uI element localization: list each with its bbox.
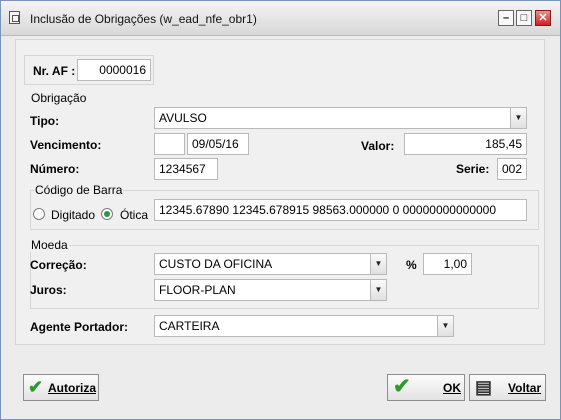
document-icon: ▤	[475, 377, 493, 397]
checkmark-icon: ✔	[393, 375, 411, 398]
serie-label: Serie:	[456, 162, 490, 176]
vencimento-prefix-field[interactable]	[154, 133, 185, 155]
app-icon	[9, 11, 20, 24]
juros-value: FLOOR-PLAN	[159, 283, 236, 297]
correcao-label: Correção:	[30, 258, 87, 272]
serie-field[interactable]: 002	[497, 158, 527, 180]
vencimento-label: Vencimento:	[30, 138, 102, 152]
obrigacao-group-label: Obrigação	[30, 91, 88, 105]
otica-label[interactable]: Ótica	[120, 208, 148, 222]
valor-field[interactable]: 185,45	[404, 133, 527, 155]
title-bar[interactable]: Inclusão de Obrigações (w_ead_nfe_obr1) …	[1, 1, 560, 36]
otica-radio[interactable]	[101, 208, 113, 220]
tipo-dropdown[interactable]: AVULSO ▼	[154, 107, 527, 129]
percent-field[interactable]: 1,00	[423, 253, 472, 275]
chevron-down-icon[interactable]: ▼	[510, 108, 526, 128]
af-number-field[interactable]: 0000016	[77, 59, 151, 81]
autoriza-label: Autoriza	[48, 381, 96, 395]
tipo-value: AVULSO	[159, 111, 207, 125]
af-section: Nr. AF : 0000016	[24, 55, 154, 85]
valor-label: Valor:	[361, 139, 395, 153]
chevron-down-icon[interactable]: ▼	[437, 316, 453, 336]
digitado-radio[interactable]	[33, 208, 45, 220]
agente-dropdown[interactable]: CARTEIRA ▼	[154, 315, 454, 337]
form-panel: Nr. AF : 0000016 Obrigação Tipo: AVULSO …	[15, 39, 545, 345]
ok-label: OK	[443, 381, 461, 395]
dialog-window: Inclusão de Obrigações (w_ead_nfe_obr1) …	[0, 0, 561, 420]
codigo-barra-group-label: Código de Barra	[34, 183, 124, 197]
correcao-dropdown[interactable]: CUSTO DA OFICINA ▼	[154, 253, 387, 275]
chevron-down-icon[interactable]: ▼	[370, 254, 386, 274]
juros-label: Juros:	[30, 283, 67, 297]
chevron-down-icon[interactable]: ▼	[370, 280, 386, 300]
window-title: Inclusão de Obrigações (w_ead_nfe_obr1)	[30, 12, 257, 26]
codigo-barra-field[interactable]: 12345.67890 12345.678915 98563.000000 0 …	[154, 199, 527, 221]
digitado-label[interactable]: Digitado	[51, 208, 95, 222]
checkmark-icon: ✔	[28, 377, 44, 397]
moeda-group-label: Moeda	[30, 238, 69, 252]
numero-field[interactable]: 1234567	[154, 158, 218, 180]
agente-label: Agente Portador:	[30, 320, 129, 334]
autoriza-button[interactable]: ✔ Autoriza	[23, 374, 99, 401]
juros-dropdown[interactable]: FLOOR-PLAN ▼	[154, 279, 387, 301]
voltar-button[interactable]: ▤ Voltar	[469, 374, 546, 401]
vencimento-date-field[interactable]: 09/05/16	[187, 133, 249, 155]
correcao-value: CUSTO DA OFICINA	[159, 257, 273, 271]
af-label: Nr. AF :	[33, 64, 76, 78]
close-icon[interactable]: ✕	[535, 10, 551, 26]
minimize-icon[interactable]: –	[498, 10, 514, 26]
ok-button[interactable]: ✔ OK	[387, 374, 465, 401]
agente-value: CARTEIRA	[159, 319, 220, 333]
tipo-label: Tipo:	[30, 114, 60, 128]
voltar-label: Voltar	[508, 381, 542, 395]
percent-label: %	[406, 258, 417, 272]
maximize-icon[interactable]: □	[516, 10, 532, 26]
numero-label: Número:	[30, 162, 80, 176]
